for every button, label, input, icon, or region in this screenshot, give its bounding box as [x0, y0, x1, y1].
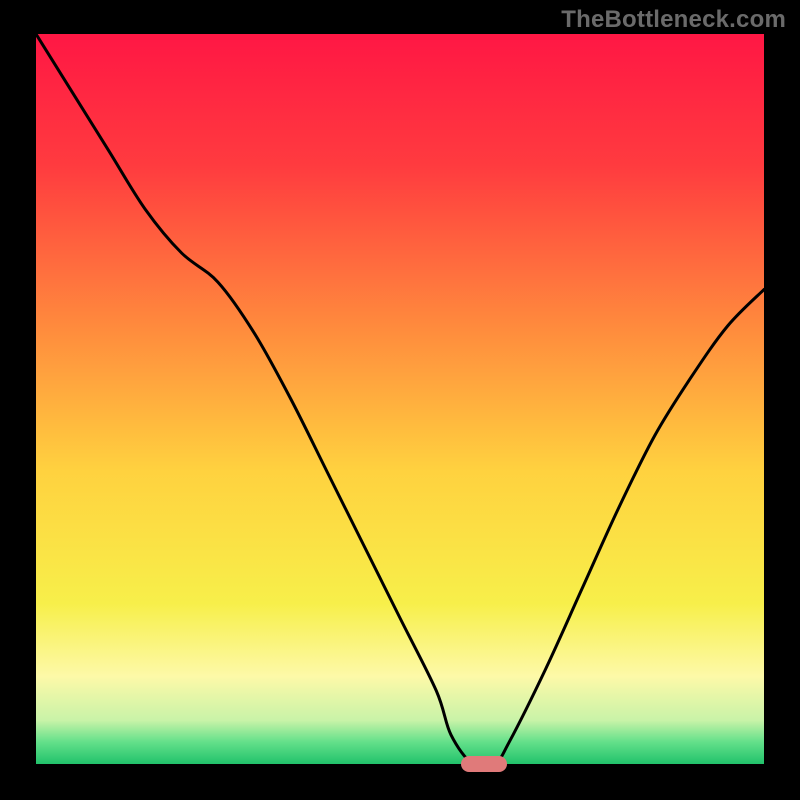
gradient-background [36, 34, 764, 764]
attribution-text: TheBottleneck.com [561, 6, 786, 34]
optimal-marker [461, 756, 507, 772]
chart-frame: TheBottleneck.com [0, 0, 800, 800]
chart-svg [36, 34, 764, 764]
plot-area [36, 34, 764, 764]
